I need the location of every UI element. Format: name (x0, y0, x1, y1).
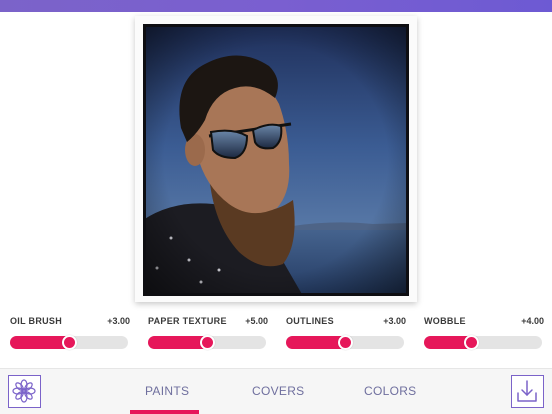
outlines-slider[interactable]: OUTLINES +3.00 (286, 316, 406, 356)
tab-colors[interactable]: COLORS (364, 384, 416, 398)
slider-fill (286, 336, 345, 349)
slider-track[interactable] (148, 335, 266, 350)
top-accent-bar (0, 0, 552, 12)
slider-value: +3.00 (107, 316, 130, 326)
slider-value: +4.00 (521, 316, 544, 326)
slider-fill (148, 336, 207, 349)
tab-covers[interactable]: COVERS (252, 384, 304, 398)
slider-thumb[interactable] (62, 335, 77, 350)
flower-icon (12, 379, 36, 403)
wobble-slider[interactable]: WOBBLE +4.00 (424, 316, 544, 356)
slider-track[interactable] (424, 335, 542, 350)
slider-label: PAPER TEXTURE (148, 316, 227, 326)
oil-brush-slider[interactable]: OIL BRUSH +3.00 (10, 316, 130, 356)
watercolor-portrait-image (143, 24, 409, 296)
photo-frame (135, 16, 417, 302)
download-icon (517, 380, 537, 402)
slider-thumb[interactable] (464, 335, 479, 350)
paper-texture-slider[interactable]: PAPER TEXTURE +5.00 (148, 316, 268, 356)
slider-value: +5.00 (245, 316, 268, 326)
slider-label: WOBBLE (424, 316, 466, 326)
bottom-toolbar: PAINTS COVERS COLORS (0, 368, 552, 414)
slider-value: +3.00 (383, 316, 406, 326)
slider-thumb[interactable] (200, 335, 215, 350)
effect-sliders: OIL BRUSH +3.00 PAPER TEXTURE +5.00 OUTL… (0, 316, 552, 356)
slider-track[interactable] (286, 335, 404, 350)
slider-track[interactable] (10, 335, 128, 350)
styles-button[interactable] (8, 375, 41, 408)
download-button[interactable] (511, 375, 544, 408)
slider-label: OIL BRUSH (10, 316, 63, 326)
slider-thumb[interactable] (338, 335, 353, 350)
slider-fill (10, 336, 69, 349)
edited-photo (143, 24, 409, 296)
slider-label: OUTLINES (286, 316, 334, 326)
selected-tab-indicator (130, 410, 199, 414)
tab-paints[interactable]: PAINTS (145, 384, 189, 398)
